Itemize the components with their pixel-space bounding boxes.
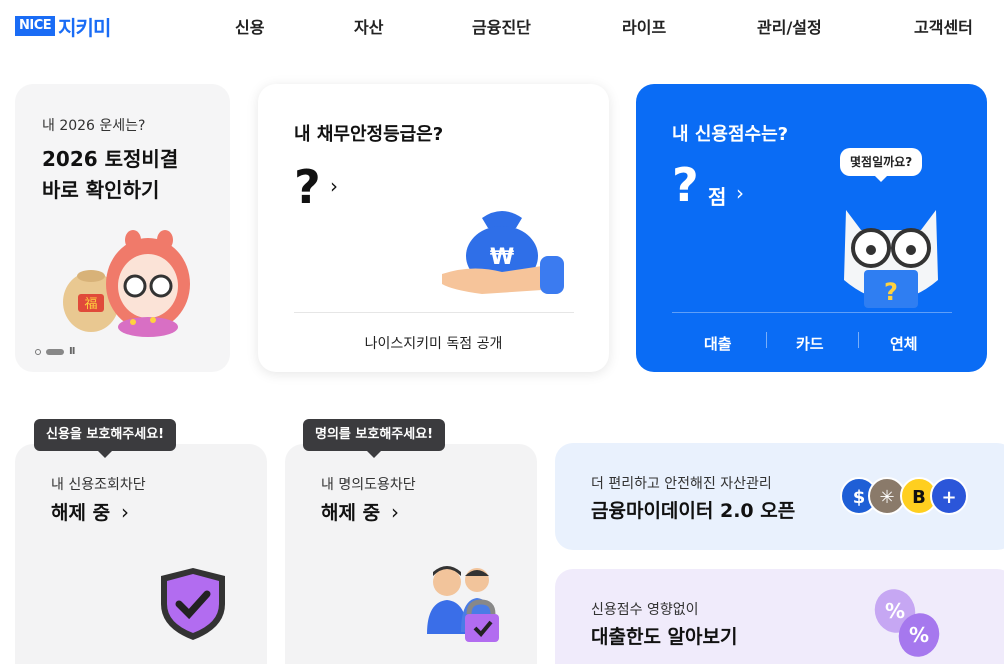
chevron-right-icon: › (121, 500, 129, 524)
credit-inquiry-status: 해제 중 (51, 502, 111, 524)
debt-grade-card[interactable]: 내 채무안정등급은? ? › ₩ 나이스지키미 독점 공개 (258, 84, 609, 372)
tab-separator (858, 332, 859, 348)
credit-protect-tooltip: 신용을 보호해주세요! (34, 419, 177, 458)
carousel-dot-active[interactable] (46, 348, 64, 355)
carousel-indicators: II (35, 346, 76, 357)
fortune-title-line1: 2026 토정비결 (42, 147, 179, 171)
mydata-banner-card[interactable]: 더 편리하고 안전해진 자산관리 금융마이데이터 2.0 오픈 $ ✳ B + (555, 443, 1004, 550)
debt-grade-title: 내 채무안정등급은? (294, 124, 444, 145)
identity-protect-tooltip: 명의를 보호해주세요! (303, 419, 446, 458)
tab-loan[interactable]: 대출 (704, 333, 732, 354)
tab-card[interactable]: 카드 (796, 333, 824, 354)
nav-customer-center[interactable]: 고객센터 (914, 14, 973, 38)
svg-text:?: ? (884, 278, 898, 306)
money-bag-hand-illustration: ₩ (442, 211, 564, 294)
pig-character-illustration: 福 (63, 230, 190, 337)
mydata-title: 금융마이데이터 2.0 오픈 (591, 500, 796, 522)
identity-block-status: 해제 중 (321, 502, 381, 524)
fortune-title-line2: 바로 확인하기 (42, 178, 160, 202)
pause-icon[interactable]: II (69, 346, 76, 357)
shield-check-icon (161, 568, 225, 640)
nav-financial-diagnosis[interactable]: 금융진단 (472, 14, 531, 38)
percent-coins-icon: % % (874, 589, 940, 657)
plus-icon: + (930, 477, 968, 515)
credit-score-value: ? (672, 158, 699, 212)
credit-score-card[interactable]: 내 신용점수는? ? 점 › 몇점일까요? ? 대출 카드 연체 (636, 84, 987, 372)
svg-text:%: % (909, 623, 929, 647)
tab-overdue[interactable]: 연체 (890, 333, 918, 354)
nav-settings[interactable]: 관리/설정 (757, 14, 822, 38)
svg-text:₩: ₩ (490, 245, 514, 270)
chevron-right-icon: › (391, 500, 399, 524)
chevron-right-icon: › (736, 181, 744, 205)
debt-grade-footer: 나이스지키미 독점 공개 (364, 336, 503, 352)
people-lock-icon (427, 566, 499, 642)
carousel-dot[interactable] (35, 348, 41, 355)
nav-life[interactable]: 라이프 (622, 14, 666, 38)
loan-limit-banner-card[interactable]: 신용점수 영향없이 대출한도 알아보기 % % (555, 569, 1004, 664)
main-nav: 신용 자산 금융진단 라이프 관리/설정 고객센터 (0, 14, 1004, 38)
svg-text:%: % (885, 599, 905, 623)
fortune-banner-card[interactable]: 내 2026 운세는? 2026 토정비결 바로 확인하기 福 II (15, 84, 230, 372)
credit-score-unit: 점 (708, 185, 727, 209)
chevron-right-icon: › (330, 174, 338, 198)
score-question-bubble: 몇점일까요? (840, 148, 923, 182)
identity-theft-block-card[interactable]: 내 명의도용차단 해제 중 › (285, 444, 537, 664)
loan-limit-title: 대출한도 알아보기 (591, 626, 738, 648)
debt-grade-value: ? (294, 160, 321, 214)
credit-inquiry-block-card[interactable]: 내 신용조회차단 해제 중 › (15, 444, 267, 664)
fortune-subtitle: 내 2026 운세는? (42, 118, 146, 134)
credit-inquiry-label: 내 신용조회차단 (51, 477, 146, 493)
divider (672, 312, 952, 313)
divider (294, 312, 574, 313)
nav-assets[interactable]: 자산 (354, 14, 383, 38)
svg-text:福: 福 (84, 297, 97, 312)
tab-separator (766, 332, 767, 348)
nav-credit[interactable]: 신용 (235, 14, 264, 38)
identity-block-label: 내 명의도용차단 (321, 477, 416, 493)
mydata-subtitle: 더 편리하고 안전해진 자산관리 (591, 476, 772, 492)
loan-limit-subtitle: 신용점수 영향없이 (591, 602, 699, 618)
credit-score-title: 내 신용점수는? (672, 124, 789, 145)
owl-character-illustration: ? (844, 210, 938, 308)
